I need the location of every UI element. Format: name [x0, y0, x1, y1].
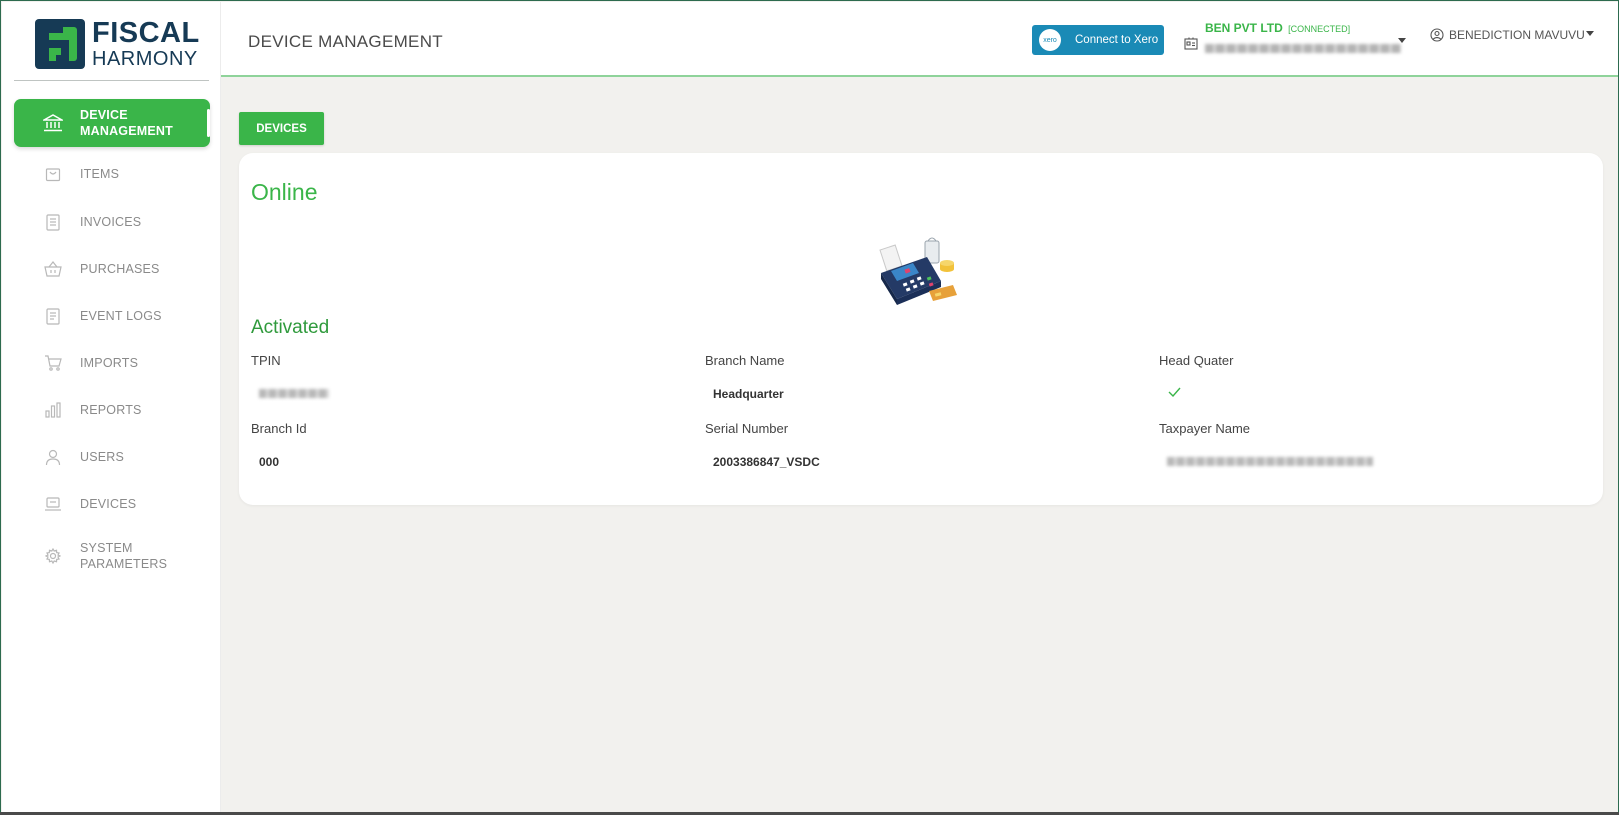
logo-line1: FISCAL	[92, 17, 200, 49]
sidebar-item-device-management[interactable]: DEVICE MANAGEMENT	[14, 99, 210, 147]
head-quarter-label: Head Quater	[1159, 353, 1234, 368]
bar-chart-icon	[40, 402, 66, 418]
branch-id-value: 000	[259, 455, 280, 469]
log-icon	[40, 307, 66, 325]
page-title: DEVICE MANAGEMENT	[248, 32, 443, 51]
sidebar-item-label: ITEMS	[80, 167, 120, 181]
logo-mark-icon	[35, 19, 85, 69]
sidebar-item-label: PURCHASES	[80, 262, 160, 276]
logo-divider	[14, 80, 209, 81]
xero-logo-icon: xero	[1039, 29, 1061, 51]
sidebar-item-event-logs[interactable]: EVENT LOGS	[14, 292, 210, 340]
tpin-label: TPIN	[251, 353, 281, 368]
sidebar-item-system-parameters[interactable]: SYSTEM PARAMETERS	[14, 532, 210, 580]
sidebar-item-imports[interactable]: IMPORTS	[14, 339, 210, 387]
app-window: FISCAL HARMONY DEVICE MANAGEMENT ITEMS I…	[0, 0, 1619, 815]
serial-number-label: Serial Number	[705, 421, 789, 436]
company-name: BEN PVT LTD	[1205, 21, 1283, 35]
building-icon	[1184, 37, 1198, 55]
sidebar-item-items[interactable]: ITEMS	[14, 150, 210, 198]
taxpayer-name-label: Taxpayer Name	[1159, 421, 1251, 436]
bag-icon	[40, 166, 66, 182]
bank-icon	[40, 114, 66, 132]
sidebar-item-users[interactable]: USERS	[14, 433, 210, 481]
laptop-icon	[40, 496, 66, 512]
pos-terminal-illustration	[879, 237, 957, 305]
device-status-card: Online Activated TPIN Branch Name Headqu…	[239, 153, 1603, 505]
gear-icon	[40, 548, 66, 564]
user-circle-icon	[1430, 28, 1444, 42]
checkmark-icon	[1168, 387, 1181, 397]
activation-status: Activated	[251, 317, 330, 338]
chevron-down-icon[interactable]	[1398, 38, 1406, 43]
branch-name-label: Branch Name	[705, 353, 785, 368]
cart-icon	[40, 355, 66, 371]
sidebar-item-label: REPORTS	[80, 403, 142, 417]
sidebar-item-label: DEVICES	[80, 497, 137, 511]
user-icon	[40, 449, 66, 466]
sidebar-item-devices[interactable]: DEVICES	[14, 480, 210, 528]
sidebar-item-reports[interactable]: REPORTS	[14, 386, 210, 434]
company-selector[interactable]: BEN PVT LTD [CONNECTED]	[1184, 19, 1401, 59]
basket-icon	[40, 261, 66, 277]
branch-id-label: Branch Id	[251, 421, 307, 436]
xero-button-label: Connect to Xero	[1075, 34, 1159, 46]
connect-to-xero-button[interactable]: xero Connect to Xero	[1032, 25, 1164, 55]
company-id-redacted	[1205, 44, 1401, 53]
sidebar-item-purchases[interactable]: PURCHASES	[14, 245, 210, 293]
sidebar-item-invoices[interactable]: INVOICES	[14, 198, 210, 246]
sidebar-item-label: DEVICE MANAGEMENT	[80, 108, 173, 138]
sidebar: FISCAL HARMONY DEVICE MANAGEMENT ITEMS I…	[2, 2, 221, 813]
taxpayer-name-redacted	[1167, 457, 1373, 466]
branch-name-value: Headquarter	[713, 387, 784, 401]
sidebar-item-label: EVENT LOGS	[80, 309, 162, 323]
sidebar-item-label: SYSTEM PARAMETERS	[80, 541, 168, 571]
logo-line2: HARMONY	[92, 48, 198, 70]
serial-number-value: 2003386847_VSDC	[713, 455, 820, 469]
fiscal-harmony-logo[interactable]: FISCAL HARMONY	[34, 18, 199, 70]
top-bar: DEVICE MANAGEMENT xero Connect to Xero B…	[221, 2, 1618, 77]
sidebar-item-label: INVOICES	[80, 215, 142, 229]
online-status: Online	[251, 179, 318, 205]
invoice-icon	[40, 213, 66, 231]
chevron-down-icon	[1585, 30, 1594, 36]
sidebar-item-label: USERS	[80, 450, 125, 464]
sidebar-item-label: IMPORTS	[80, 356, 139, 370]
tpin-value-redacted	[259, 389, 329, 398]
devices-button[interactable]: DEVICES	[239, 112, 324, 145]
company-connection-status: [CONNECTED]	[1288, 24, 1351, 34]
user-name: BENEDICTION MAVUVU	[1449, 28, 1585, 42]
user-menu[interactable]: BENEDICTION MAVUVU	[1430, 28, 1594, 42]
